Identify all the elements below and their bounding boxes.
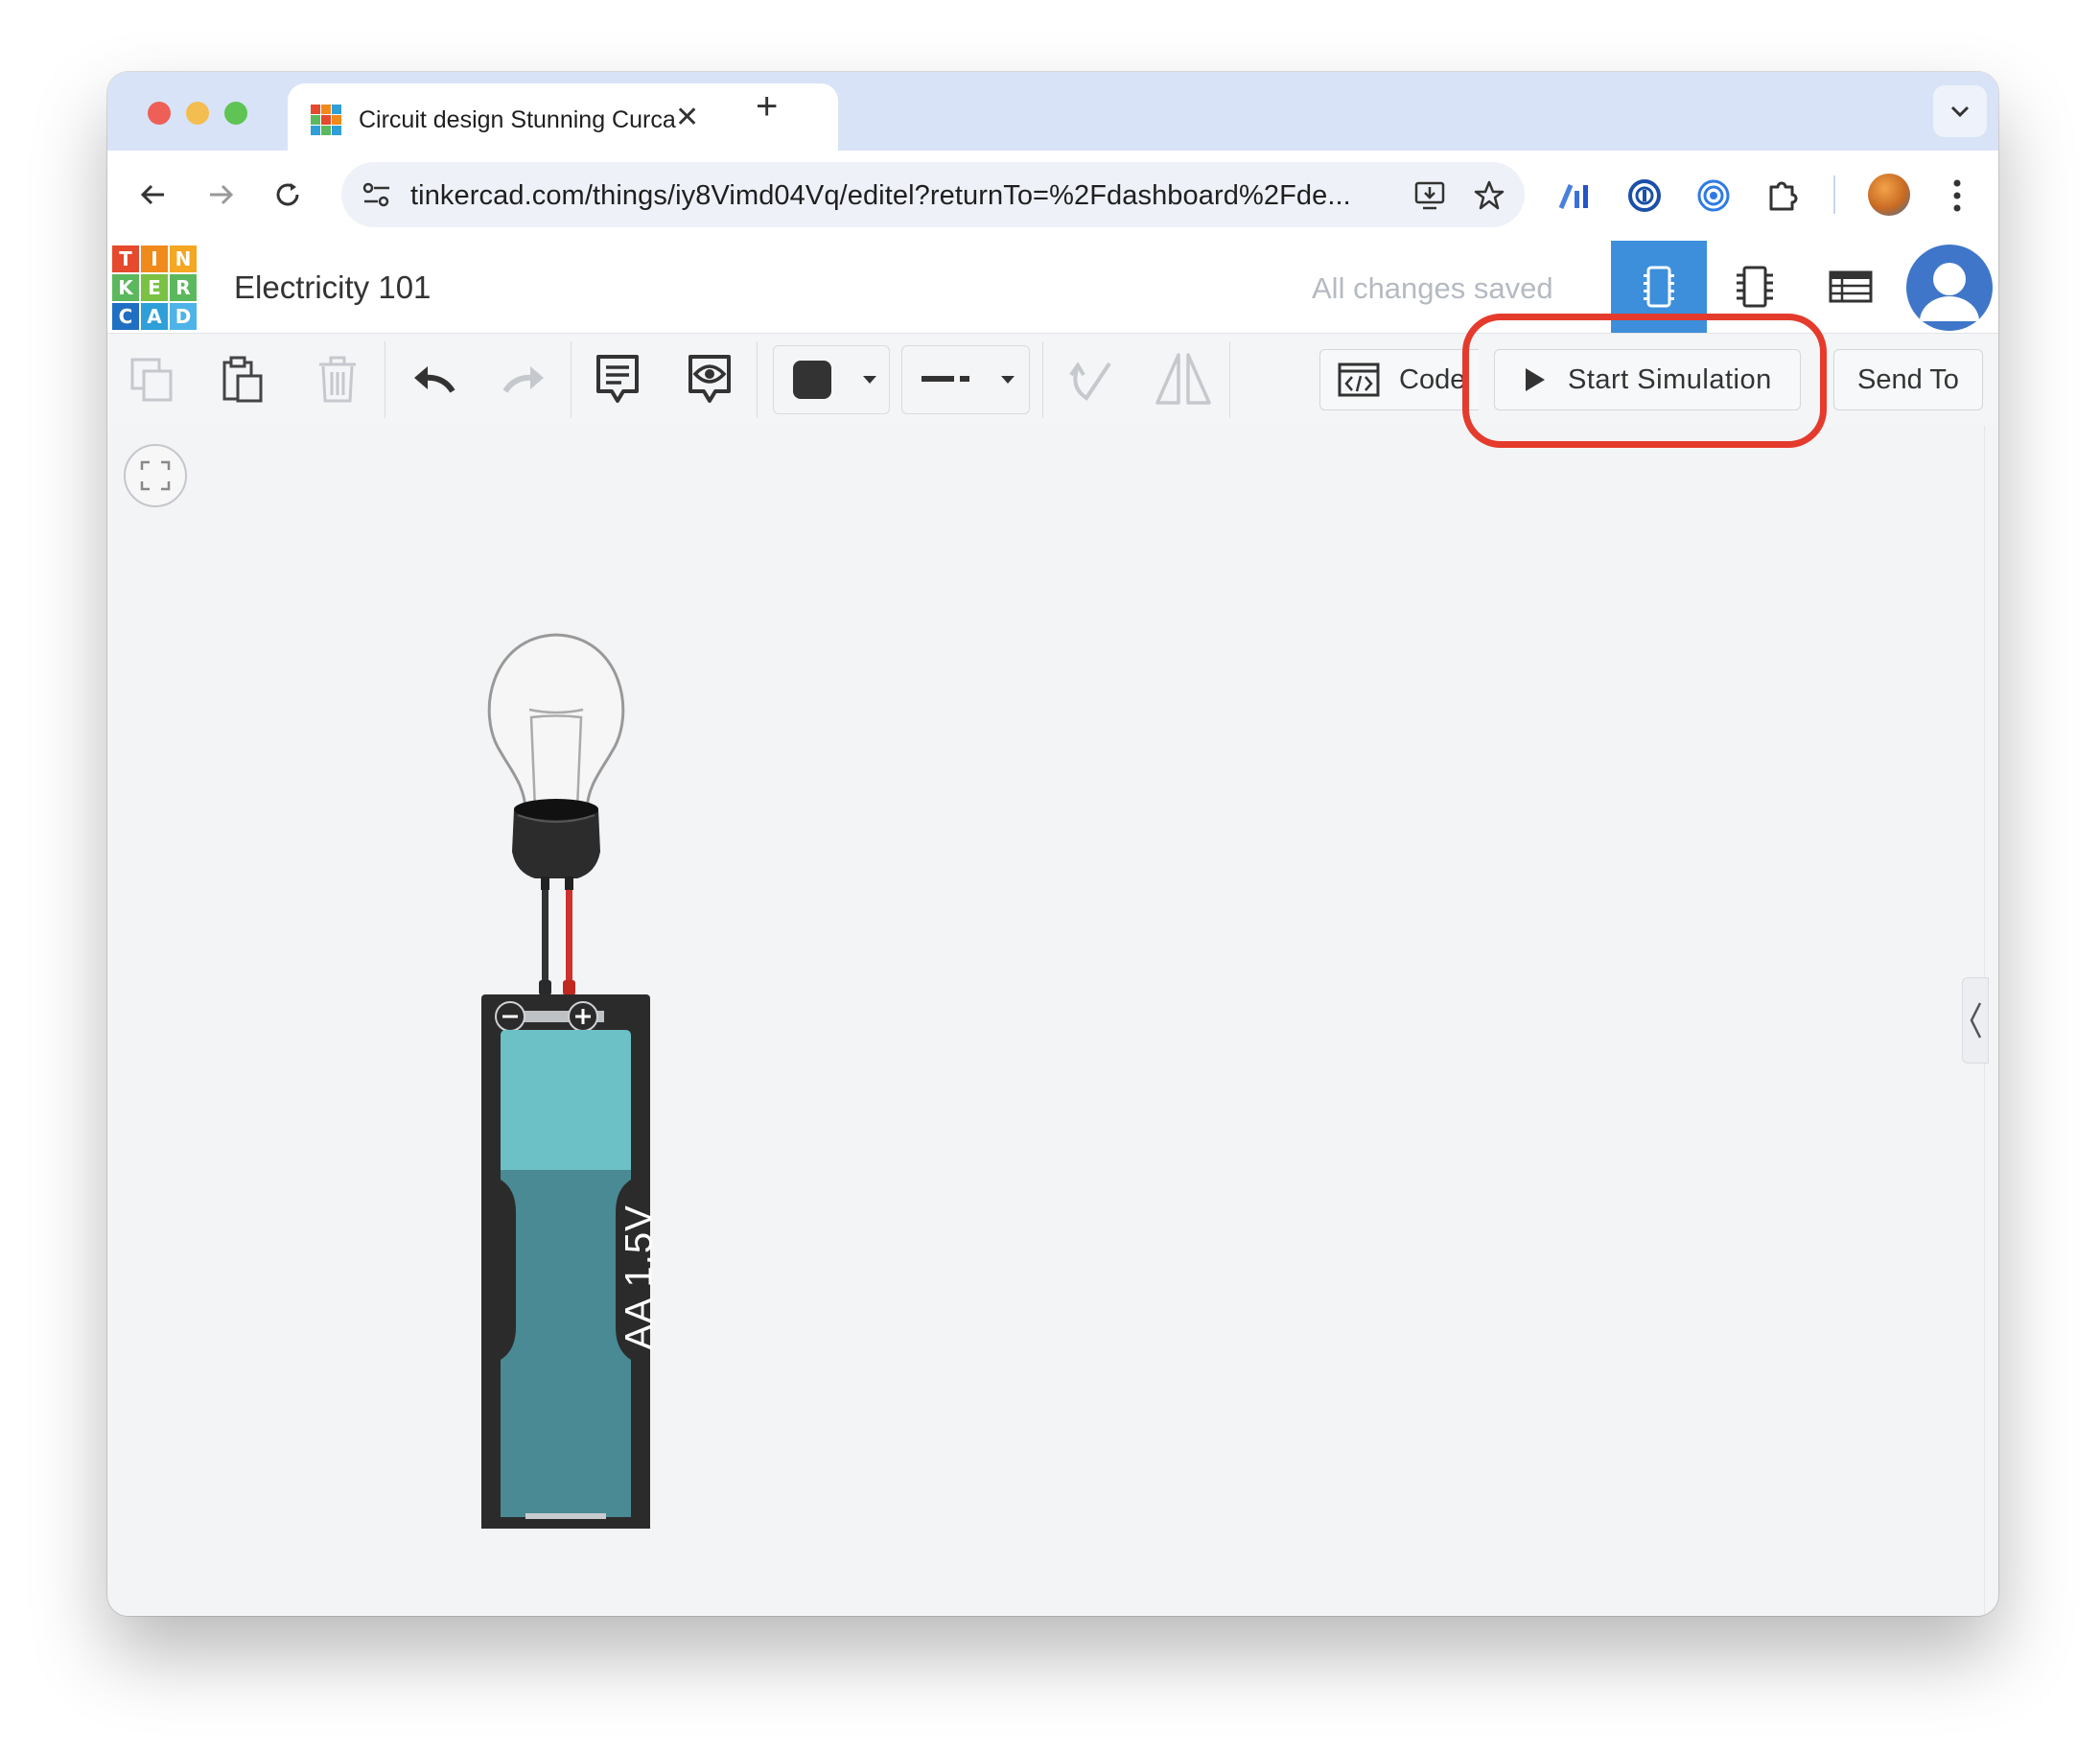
close-window-button[interactable] <box>148 102 171 125</box>
new-tab-button[interactable]: + <box>756 85 778 129</box>
circuit-diagram <box>481 633 650 1529</box>
logo-letter: C <box>112 303 139 330</box>
reload-icon <box>276 183 299 206</box>
send-to-label: Send To <box>1857 363 1959 395</box>
chevron-down-icon <box>1950 105 1970 118</box>
back-button[interactable] <box>134 175 173 214</box>
copy-icon <box>130 358 173 402</box>
rotate-icon <box>1069 362 1111 401</box>
code-window-icon <box>1338 362 1380 397</box>
start-simulation-highlight <box>1462 314 1827 448</box>
redo-icon <box>502 366 544 393</box>
dropdown-caret-icon <box>863 376 876 384</box>
arrow-left-icon <box>140 184 164 205</box>
target-extension-icon[interactable] <box>1695 177 1732 214</box>
dropdown-caret-icon <box>1001 376 1015 384</box>
table-list-icon <box>1829 270 1873 303</box>
copy-button[interactable] <box>119 347 186 412</box>
color-dropdown[interactable] <box>773 345 890 414</box>
browser-window: Circuit design Stunning Curca ✕ + tinker… <box>107 72 1998 1616</box>
notes-visibility-button[interactable] <box>676 347 743 412</box>
navigation-bar: tinkercad.com/things/iy8Vimd04Vq/editel?… <box>107 151 1998 242</box>
tab-search-button[interactable] <box>1933 85 1987 137</box>
delete-button[interactable] <box>304 347 371 412</box>
user-silhouette-icon <box>1920 263 1979 321</box>
address-bar[interactable]: tinkercad.com/things/iy8Vimd04Vq/editel?… <box>341 162 1525 227</box>
logo-letter: I <box>141 245 168 272</box>
rotate-button[interactable] <box>1058 347 1125 412</box>
toolbar-separator <box>757 341 758 418</box>
password-manager-icon[interactable] <box>1626 177 1663 214</box>
fit-to-view-icon <box>140 460 171 491</box>
paste-icon <box>222 356 263 403</box>
flip-button[interactable] <box>1150 347 1217 412</box>
flip-icon <box>1155 353 1211 405</box>
battery-label: AA 1.5V <box>618 1204 661 1350</box>
redo-button[interactable] <box>491 347 558 412</box>
code-button[interactable]: Code <box>1319 349 1479 410</box>
profile-avatar[interactable] <box>1868 174 1910 216</box>
wire-red[interactable] <box>563 890 575 995</box>
panel-collapse-button[interactable] <box>1962 977 1989 1063</box>
wire-type-dropdown[interactable] <box>901 345 1030 414</box>
toolbar-separator <box>571 341 572 418</box>
install-app-icon[interactable] <box>1413 179 1448 212</box>
bookmark-star-icon[interactable] <box>1473 179 1505 212</box>
wire-black[interactable] <box>539 890 551 995</box>
more-menu-icon[interactable] <box>1950 177 1964 214</box>
light-bulb-component[interactable] <box>487 633 625 890</box>
tinkercad-favicon-icon <box>311 105 341 135</box>
eye-note-icon <box>688 355 731 403</box>
site-settings-icon <box>362 182 389 207</box>
project-title[interactable]: Electricity 101 <box>234 269 431 306</box>
analytics-extension-icon[interactable] <box>1557 177 1594 214</box>
breadboard-icon <box>1644 266 1674 308</box>
note-icon <box>596 355 639 403</box>
logo-letter: A <box>141 303 168 330</box>
component-list-button[interactable] <box>1803 241 1899 333</box>
reload-button[interactable] <box>268 175 307 214</box>
logo-letter: E <box>141 274 168 301</box>
chip-icon <box>1737 266 1773 308</box>
logo-letter: K <box>112 274 139 301</box>
color-swatch <box>793 361 831 399</box>
forward-button[interactable] <box>201 175 240 214</box>
logo-letter: R <box>170 274 197 301</box>
line-style-icon <box>922 376 969 382</box>
arrow-right-icon <box>210 184 234 205</box>
save-status: All changes saved <box>1312 271 1553 305</box>
undo-icon <box>414 366 455 393</box>
design-canvas[interactable]: AA 1.5V <box>107 426 1998 1616</box>
tab-title: Circuit design Stunning Curca <box>359 106 676 133</box>
toolbar-separator <box>1229 341 1230 418</box>
notes-button[interactable] <box>584 347 651 412</box>
maximize-window-button[interactable] <box>224 102 247 125</box>
fit-view-button[interactable] <box>124 444 187 507</box>
chevron-left-icon <box>1970 1002 1982 1039</box>
extensions-puzzle-icon[interactable] <box>1764 177 1801 214</box>
logo-letter: N <box>170 245 197 272</box>
logo-letter: D <box>170 303 197 330</box>
toolbar-divider <box>1833 175 1835 214</box>
undo-button[interactable] <box>400 347 467 412</box>
user-avatar[interactable] <box>1906 245 1993 331</box>
minimize-window-button[interactable] <box>186 102 209 125</box>
paste-button[interactable] <box>209 347 276 412</box>
url-text: tinkercad.com/things/iy8Vimd04Vq/editel?… <box>410 180 1351 211</box>
logo-letter: T <box>112 245 139 272</box>
send-to-button[interactable]: Send To <box>1833 349 1983 410</box>
close-tab-icon[interactable]: ✕ <box>675 101 699 134</box>
toolbar-separator <box>1042 341 1043 418</box>
code-label: Code <box>1399 363 1466 395</box>
trash-icon <box>319 356 356 403</box>
tinkercad-logo[interactable]: T I N K E R C A D <box>112 245 197 330</box>
tab-strip: Circuit design Stunning Curca ✕ + <box>107 72 1998 152</box>
